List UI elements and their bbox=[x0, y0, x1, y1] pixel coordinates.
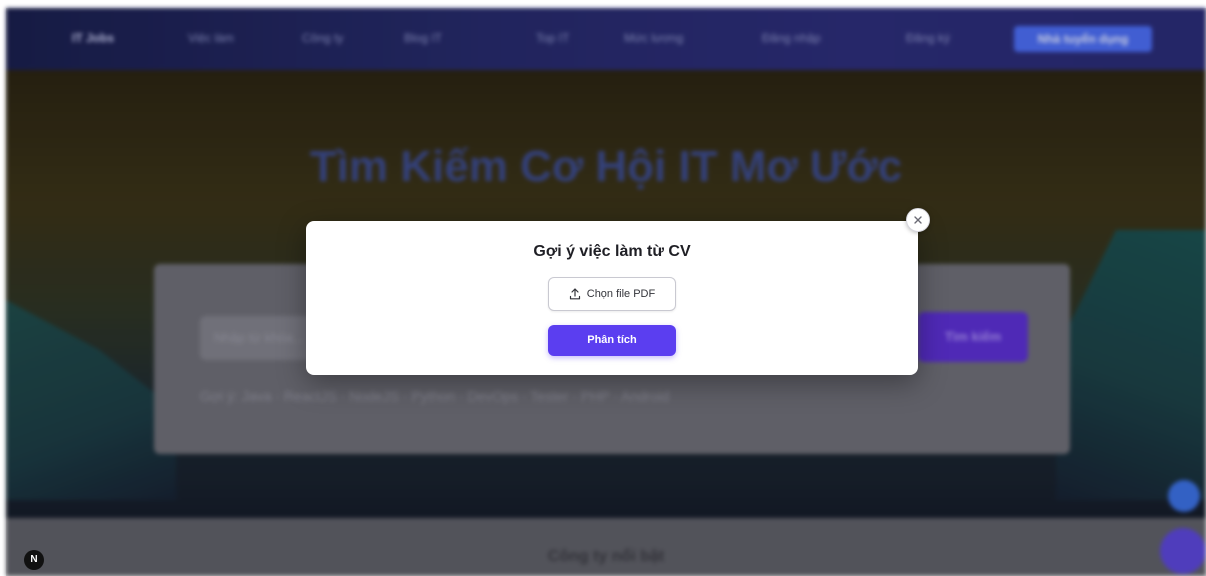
cv-suggestion-modal: Gợi ý việc làm từ CV Chọn file PDF Phân … bbox=[306, 221, 918, 375]
choose-pdf-button[interactable]: Chọn file PDF bbox=[548, 277, 676, 311]
close-icon bbox=[914, 216, 922, 224]
n-badge-icon[interactable]: N bbox=[24, 550, 44, 570]
choose-pdf-label: Chọn file PDF bbox=[586, 288, 656, 300]
analyze-button[interactable]: Phân tích bbox=[548, 325, 676, 356]
modal-title: Gợi ý việc làm từ CV bbox=[533, 243, 691, 260]
upload-icon bbox=[569, 288, 580, 300]
modal-close-button[interactable] bbox=[906, 208, 930, 232]
